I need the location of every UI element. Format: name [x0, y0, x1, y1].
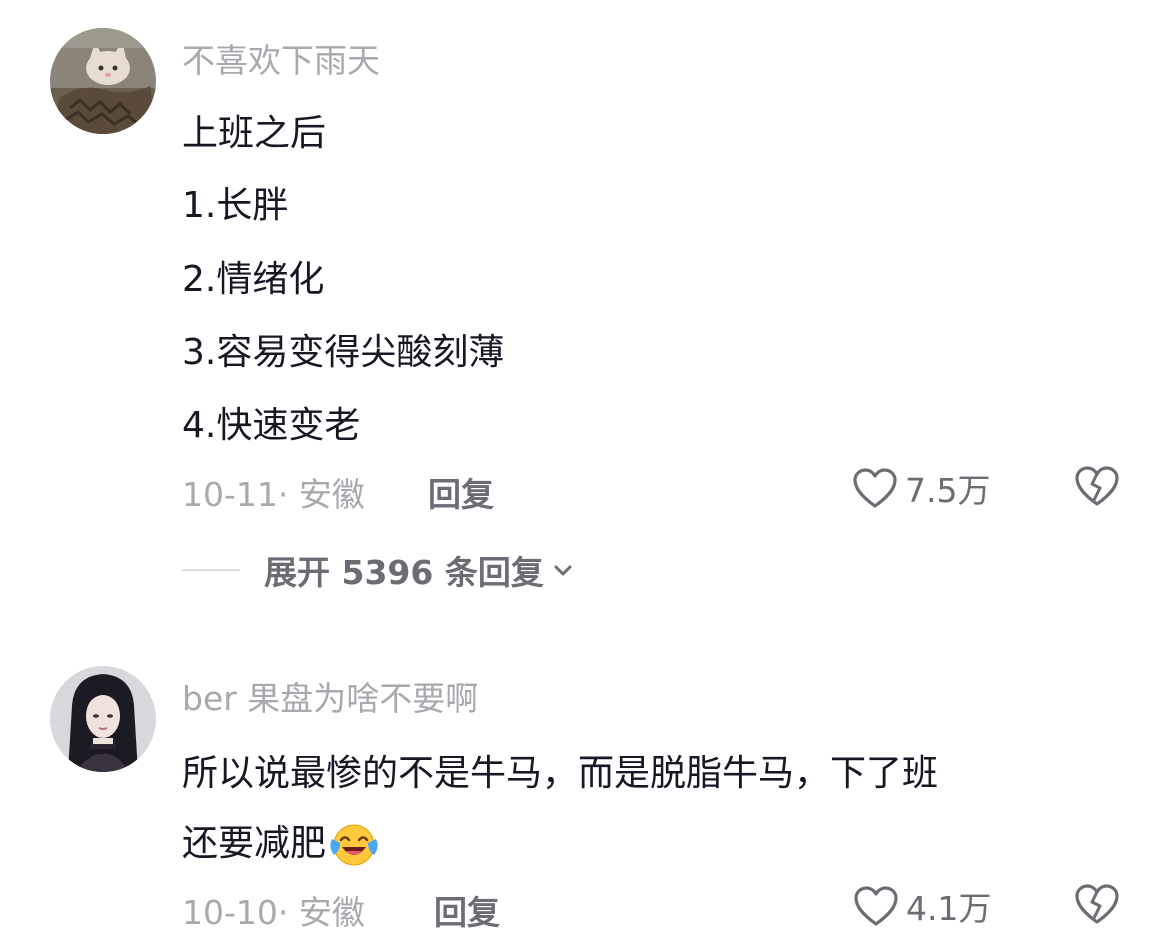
divider-line — [182, 569, 240, 571]
dislike-button[interactable] — [1073, 464, 1121, 512]
cat-avatar-icon — [50, 28, 156, 134]
heart-icon — [854, 886, 898, 926]
like-button[interactable]: 7.5万 — [851, 464, 990, 512]
like-button[interactable]: 4.1万 — [852, 882, 991, 930]
comment-text-line: 3.容易变得尖酸刻薄 — [182, 332, 505, 373]
comment-text-line: 2.情绪化 — [182, 259, 325, 300]
like-count: 7.5万 — [905, 471, 991, 510]
username[interactable]: ber 果盘为啥不要啊 — [182, 672, 478, 720]
dislike-button[interactable] — [1073, 882, 1121, 930]
expand-replies-label: 展开 5396 条回复 — [264, 553, 544, 592]
comment-text-line: 上班之后 — [182, 113, 327, 154]
comment-date-location: 10-11· 安徽 — [182, 475, 365, 514]
reply-button[interactable]: 回复 — [428, 468, 494, 516]
comment-text: 还要减肥 — [182, 823, 327, 864]
reply-button[interactable]: 回复 — [434, 886, 500, 934]
expand-replies-button[interactable]: 展开 5396 条回复 — [182, 546, 574, 594]
comment-text-line: 所以说最惨的不是牛马，而是脱脂牛马，下了班 — [182, 753, 939, 794]
comment-date-location: 10-10· 安徽 — [182, 893, 365, 932]
avatar[interactable] — [50, 28, 156, 134]
username[interactable]: 不喜欢下雨天 — [182, 34, 380, 82]
comment-text-line: 4.快速变老 — [182, 405, 361, 446]
broken-heart-icon — [1075, 884, 1119, 924]
comment-text-line: 还要减肥 — [182, 814, 380, 869]
heart-icon — [853, 468, 897, 508]
comment-text-line: 1.长胖 — [182, 185, 289, 226]
avatar[interactable] — [50, 666, 156, 772]
crying-laughing-emoji — [330, 824, 378, 866]
chevron-down-icon — [554, 565, 572, 576]
woman-avatar-icon — [50, 666, 156, 772]
broken-heart-icon — [1075, 466, 1119, 506]
like-count: 4.1万 — [906, 889, 992, 928]
